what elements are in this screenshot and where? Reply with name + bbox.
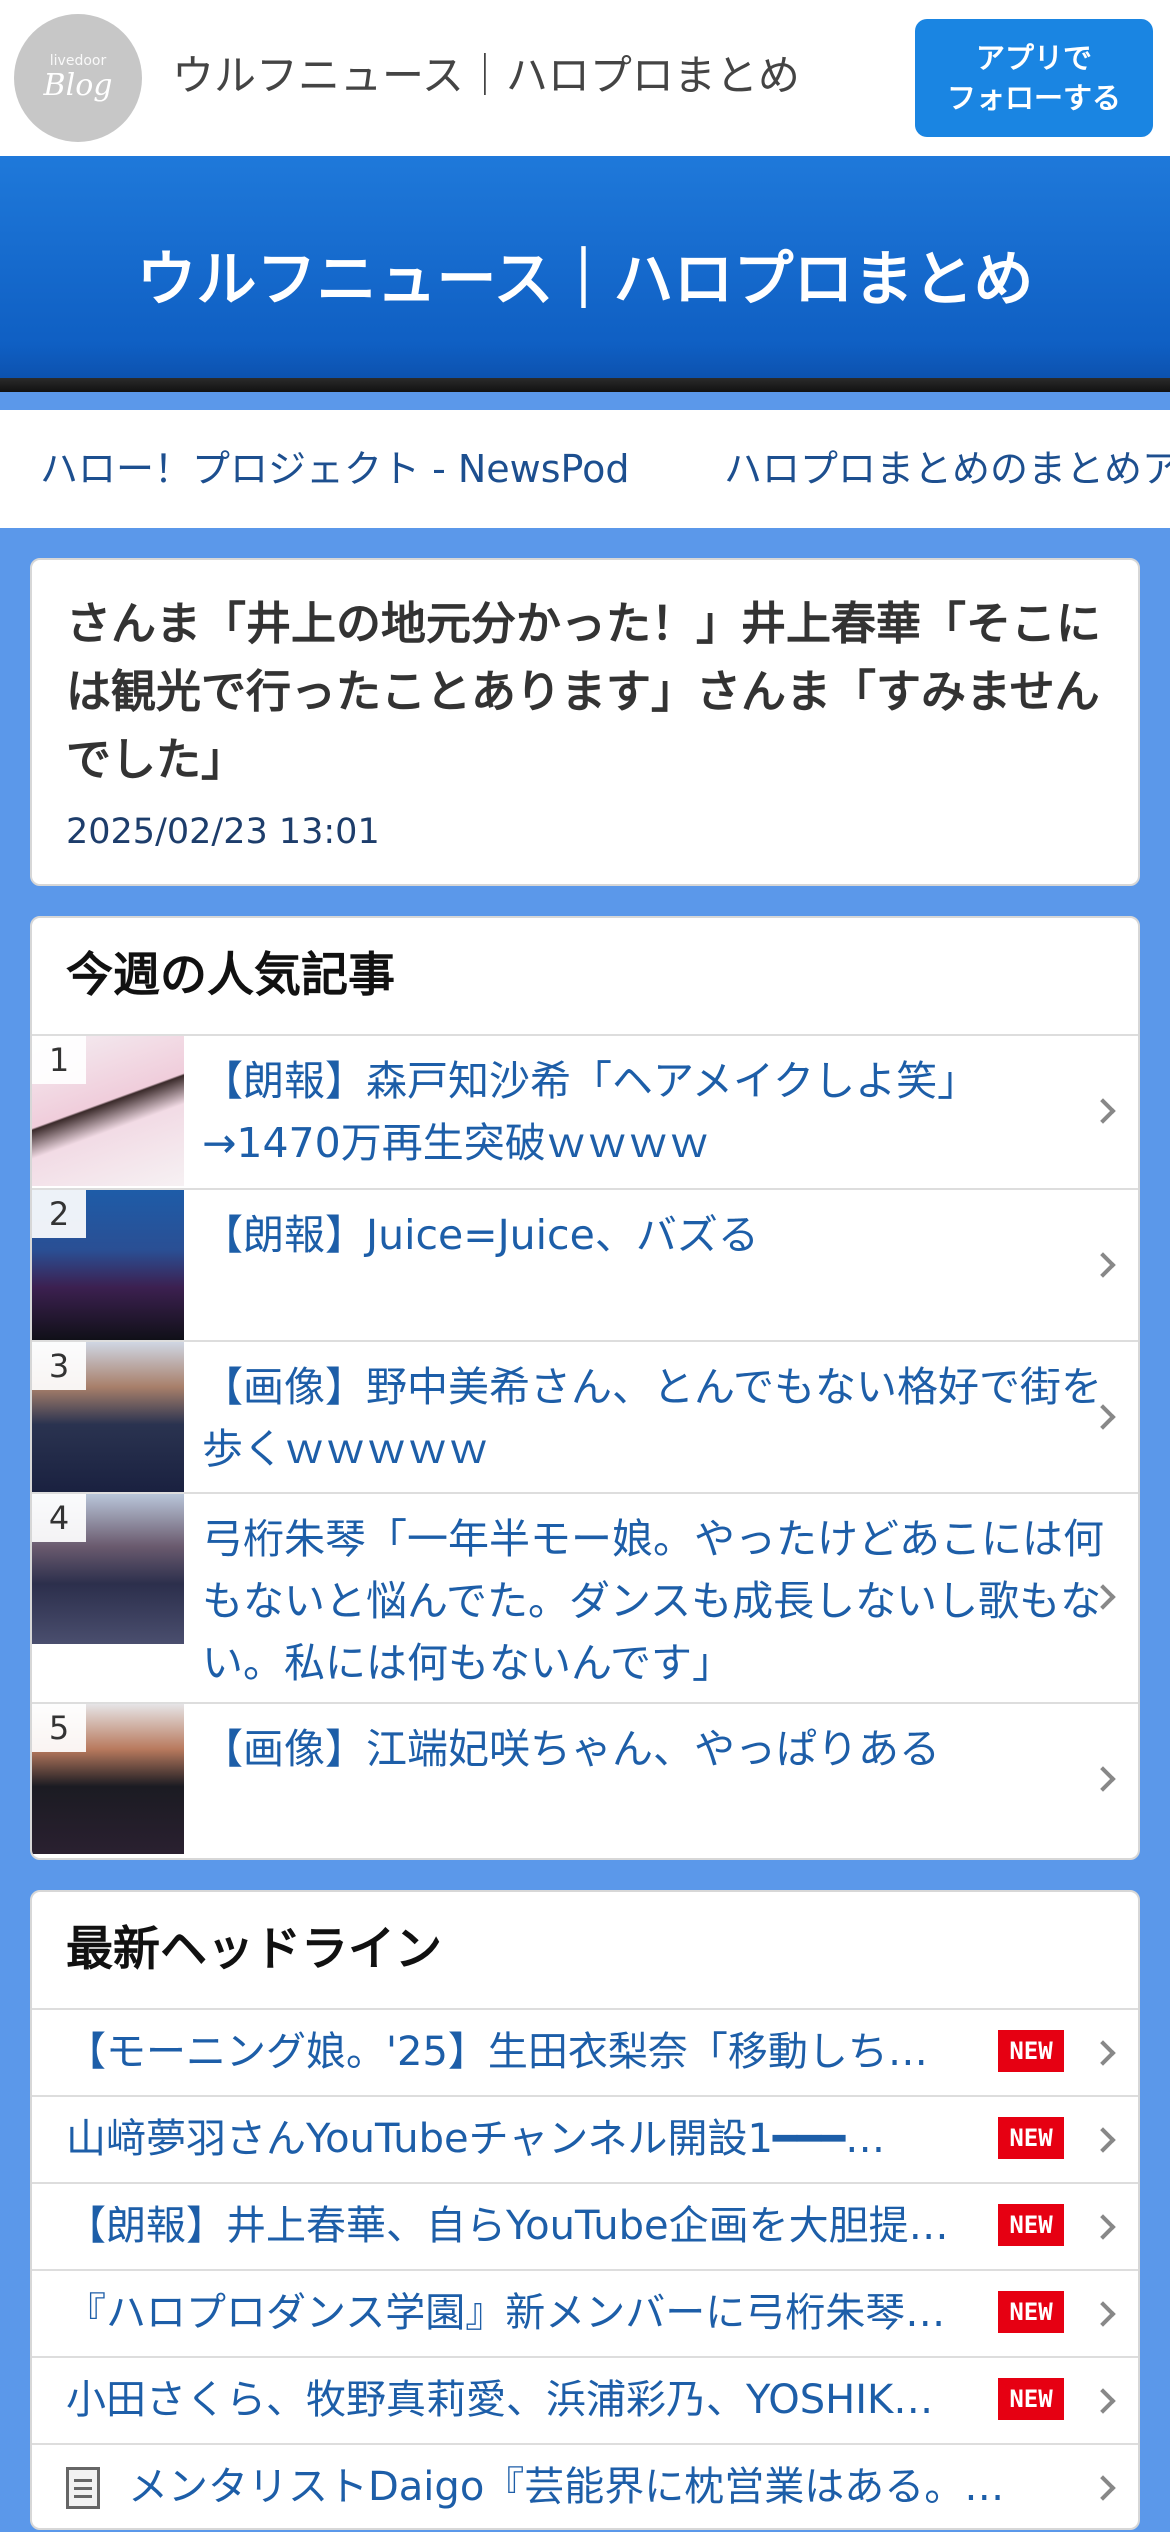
article-title[interactable]: さんま「井上の地元分かった！」井上春華「そこには観光で行ったことあります」さんま…	[66, 590, 1106, 794]
new-badge: NEW	[998, 2030, 1064, 2072]
article-date: 2025/02/23 13:01	[66, 812, 380, 852]
popular-articles-title: 今週の人気記事	[66, 948, 395, 1003]
top-bar: livedoor Blog ウルフニュース｜ハロプロまとめ アプリで フォローす…	[0, 0, 1170, 156]
logo-small-text: livedoor	[49, 53, 107, 69]
ranking-item-title[interactable]: 弓桁朱琴「一年半モー娘。やったけどあこには何もないと悩んでた。ダンスも成長しない…	[202, 1508, 1112, 1694]
headline-item[interactable]: 山﨑夢羽さんYouTubeチャンネル開設1━━━… NEW	[32, 2095, 1138, 2182]
popular-articles-card: 今週の人気記事 1 【朗報】森戸知沙希「ヘアメイクしよ笑」→1470万再生突破ｗ…	[30, 916, 1140, 1860]
chevron-right-icon	[1090, 2214, 1116, 2240]
headline-item[interactable]: 【朗報】井上春華、自らYouTube企画を大胆提… NEW	[32, 2182, 1138, 2269]
ranking-item[interactable]: 5 【画像】江端妃咲ちゃん、やっぱりある	[32, 1702, 1138, 1858]
ranking-item[interactable]: 4 弓桁朱琴「一年半モー娘。やったけどあこには何もないと悩んでた。ダンスも成長し…	[32, 1492, 1138, 1702]
ranking-item-title[interactable]: 【画像】江端妃咲ちゃん、やっぱりある	[202, 1718, 1112, 1780]
ranking-item[interactable]: 2 【朗報】Juice=Juice、バズる	[32, 1188, 1138, 1340]
headline-title[interactable]: メンタリストDaigo『芸能界に枕営業はある。…	[128, 2459, 1058, 2515]
new-badge: NEW	[998, 2378, 1064, 2420]
chevron-right-icon	[1090, 2040, 1116, 2066]
site-title[interactable]: ウルフニュース｜ハロプロまとめ	[172, 48, 800, 104]
rank-number: 1	[32, 1036, 86, 1084]
headline-title[interactable]: 【モーニング娘。'25】生田衣梨奈「移動しち…	[66, 2024, 1002, 2080]
chevron-right-icon	[1090, 2127, 1116, 2153]
latest-headlines-card: 最新ヘッドライン 【モーニング娘。'25】生田衣梨奈「移動しち… NEW 山﨑夢…	[30, 1890, 1140, 2530]
rank-number: 2	[32, 1190, 86, 1238]
headline-item[interactable]: 【モーニング娘。'25】生田衣梨奈「移動しち… NEW	[32, 2008, 1138, 2095]
new-badge: NEW	[998, 2117, 1064, 2159]
ranking-item[interactable]: 1 【朗報】森戸知沙希「ヘアメイクしよ笑」→1470万再生突破ｗｗｗｗ	[32, 1034, 1138, 1188]
blog-header-title[interactable]: ウルフニュース｜ハロプロまとめ	[0, 244, 1170, 316]
blog-header-banner: ウルフニュース｜ハロプロまとめ	[0, 156, 1170, 392]
rank-number: 3	[32, 1342, 86, 1390]
new-badge: NEW	[998, 2204, 1064, 2246]
ranking-item[interactable]: 3 【画像】野中美希さん、とんでもない格好で街を歩くｗｗｗｗｗ	[32, 1340, 1138, 1492]
headline-item[interactable]: 小田さくら、牧野真莉愛、浜浦彩乃、YOSHIK… NEW	[32, 2356, 1138, 2443]
link-matome[interactable]: ハロプロまとめのまとめア	[724, 444, 1170, 494]
headline-title[interactable]: 【朗報】井上春華、自らYouTube企画を大胆提…	[66, 2198, 1002, 2254]
logo-big-text: Blog	[43, 68, 113, 103]
headline-item[interactable]: 『ハロプロダンス学園』新メンバーに弓桁朱琴… NEW	[32, 2269, 1138, 2356]
link-newspod[interactable]: ハロー！プロジェクト - NewsPod	[40, 444, 629, 494]
latest-headlines-title: 最新ヘッドライン	[66, 1922, 442, 1977]
livedoor-blog-logo[interactable]: livedoor Blog	[14, 14, 142, 142]
follow-app-button[interactable]: アプリで フォローする	[915, 19, 1153, 137]
headline-title[interactable]: 小田さくら、牧野真莉愛、浜浦彩乃、YOSHIK…	[66, 2372, 1002, 2428]
headline-title[interactable]: 『ハロプロダンス学園』新メンバーに弓桁朱琴…	[66, 2285, 1002, 2341]
rank-number: 5	[32, 1704, 86, 1752]
article-card: さんま「井上の地元分かった！」井上春華「そこには観光で行ったことあります」さんま…	[30, 558, 1140, 886]
ranking-item-title[interactable]: 【朗報】森戸知沙希「ヘアメイクしよ笑」→1470万再生突破ｗｗｗｗ	[202, 1050, 1112, 1174]
ranking-item-title[interactable]: 【朗報】Juice=Juice、バズる	[202, 1204, 1112, 1266]
headline-item[interactable]: メンタリストDaigo『芸能界に枕営業はある。…	[32, 2443, 1138, 2528]
chevron-right-icon	[1090, 2301, 1116, 2327]
ranking-item-title[interactable]: 【画像】野中美希さん、とんでもない格好で街を歩くｗｗｗｗｗ	[202, 1356, 1112, 1480]
headline-title[interactable]: 山﨑夢羽さんYouTubeチャンネル開設1━━━…	[66, 2111, 1002, 2167]
chevron-right-icon	[1090, 2475, 1116, 2501]
document-icon	[66, 2467, 100, 2509]
rank-number: 4	[32, 1494, 86, 1542]
chevron-right-icon	[1090, 2388, 1116, 2414]
related-links-strip: ハロー！プロジェクト - NewsPod ハロプロまとめのまとめア	[0, 410, 1170, 528]
new-badge: NEW	[998, 2291, 1064, 2333]
